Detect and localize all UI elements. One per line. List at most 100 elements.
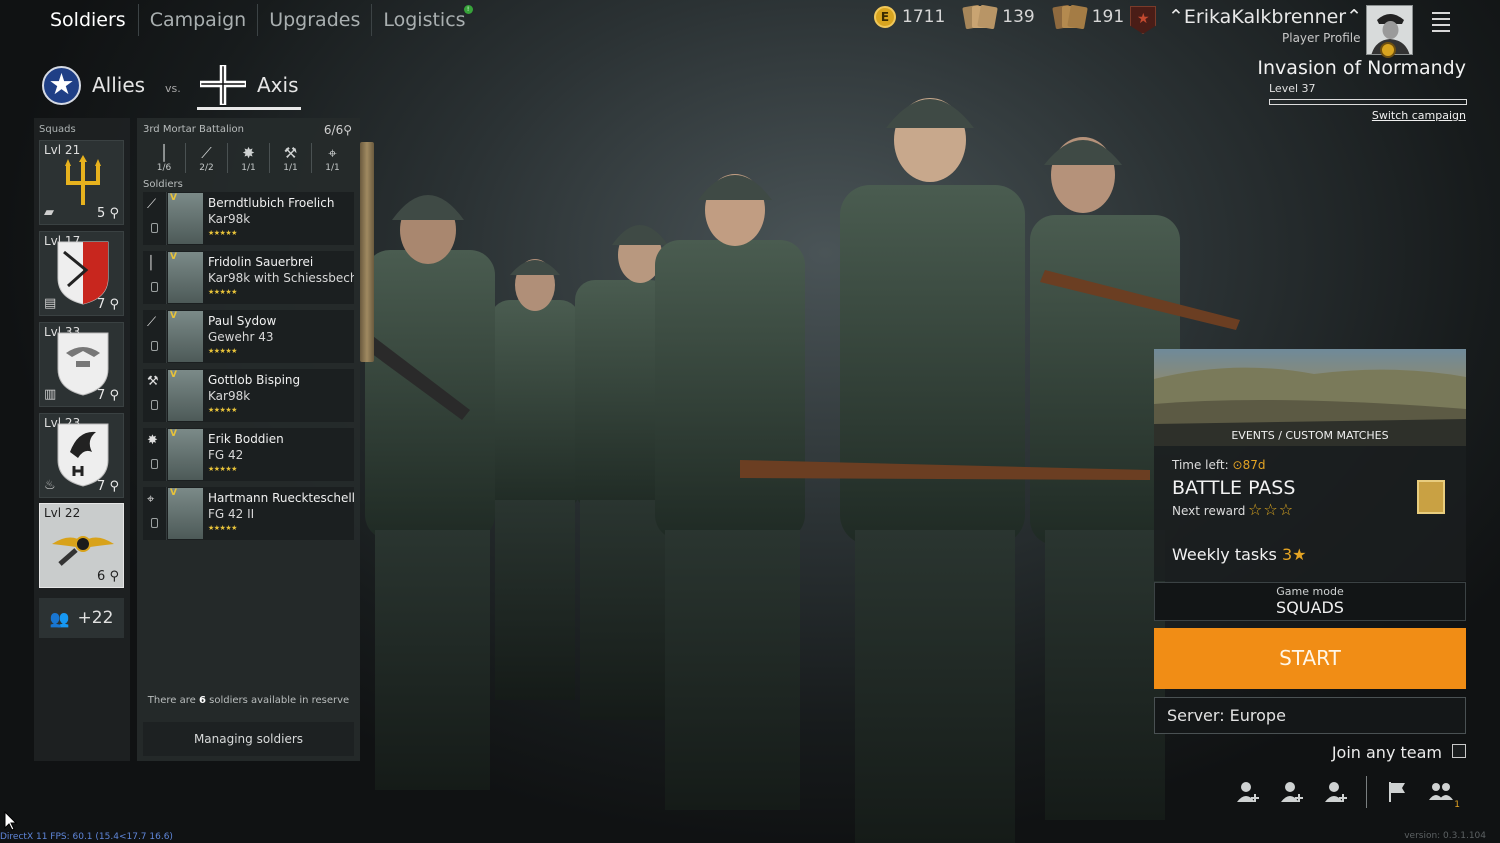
- squad-soldier-count: 7 ⚲: [97, 388, 119, 403]
- lock-icon: [151, 459, 158, 469]
- faction-allies[interactable]: ★ Allies: [42, 62, 145, 108]
- managing-soldiers-button[interactable]: Managing soldiers: [143, 722, 354, 756]
- explosion-icon: ✸: [242, 144, 255, 162]
- notification-badge: !: [463, 5, 473, 14]
- role-slot-sniper[interactable]: ⌖ 1/1: [311, 143, 353, 173]
- soldier-portrait: V: [168, 370, 203, 421]
- soldier-name: Erik Boddien: [208, 432, 284, 446]
- soldier-weapon: FG 42 II: [208, 507, 255, 521]
- orders-b-currency[interactable]: 191: [1051, 4, 1124, 30]
- nav-campaign[interactable]: Campaign: [137, 4, 258, 36]
- events-custom-matches-banner[interactable]: EVENTS / CUSTOM MATCHES: [1154, 349, 1466, 446]
- squad-soldier-count: 7 ⚲: [97, 297, 119, 312]
- rank-chevron-icon: V: [170, 488, 177, 498]
- orders-a-currency[interactable]: 139: [962, 4, 1035, 30]
- soldier-row[interactable]: ✸ V Erik Boddien FG 42 ★★★★★: [143, 428, 354, 481]
- soldier-portrait: V: [168, 429, 203, 480]
- document-icon: ▤: [44, 296, 57, 311]
- nav-soldiers[interactable]: Soldiers: [36, 4, 138, 36]
- soldier-figure: [655, 174, 805, 810]
- battle-pass-panel[interactable]: Time left: ⊙87d BATTLE PASS Next reward …: [1154, 446, 1466, 581]
- ammo-icon: ▥: [44, 387, 57, 402]
- squad-card[interactable]: Lvl 23 ♨ 7 ⚲: [39, 413, 124, 498]
- events-label: EVENTS / CUSTOM MATCHES: [1231, 429, 1389, 442]
- soldier-weapon: FG 42: [208, 448, 244, 462]
- axis-cross-icon: [200, 65, 246, 105]
- flag-icon[interactable]: [1385, 780, 1410, 804]
- hamburger-menu-icon[interactable]: [1432, 12, 1450, 36]
- add-friend-icon[interactable]: [1236, 780, 1261, 804]
- soldier-name: Fridolin Sauerbrei: [208, 255, 314, 269]
- soldier-name: Berndtlubich Froelich: [208, 196, 335, 210]
- role-slot-mortar[interactable]: ⟋ 2/2: [185, 143, 227, 173]
- weekly-tasks[interactable]: Weekly tasks 3★: [1172, 545, 1306, 564]
- crosshair-icon: ⌖: [328, 144, 337, 162]
- nav-logistics[interactable]: Logistics !: [371, 4, 476, 36]
- explosion-icon: ✸: [147, 433, 158, 448]
- squad-soldier-count: 6 ⚲: [97, 569, 119, 584]
- silver-amount: 1711: [902, 7, 946, 27]
- squad-name: 3rd Mortar Battalion: [143, 124, 244, 135]
- role-slots: │ 1/6 ⟋ 2/2 ✸ 1/1 ⚒ 1/1 ⌖ 1/1: [143, 143, 353, 173]
- party-group[interactable]: 1: [1429, 780, 1460, 810]
- soldier-stars: ★★★★★: [208, 406, 237, 414]
- join-any-team-label: Join any team: [1331, 743, 1442, 762]
- add-friend-icon[interactable]: [1280, 780, 1305, 804]
- order-cards-gold-icon: [1051, 4, 1088, 30]
- person-icon: ⚲: [343, 123, 352, 137]
- game-mode-selector[interactable]: Game mode SQUADS: [1154, 582, 1466, 621]
- soldier-row[interactable]: ⟋ V Berndtlubich Froelich Kar98k ★★★★★: [143, 192, 354, 245]
- squad-card[interactable]: Lvl 33 ▥ 7 ⚲: [39, 322, 124, 407]
- soldier-role-column: ⟋: [143, 310, 167, 363]
- server-selector[interactable]: Server: Europe: [1154, 697, 1466, 734]
- soldier-role-column: ✸: [143, 428, 167, 481]
- more-squads-button[interactable]: 👥 +22: [39, 598, 124, 638]
- group-icon: [1429, 783, 1453, 800]
- flame-icon: ♨: [44, 478, 56, 493]
- soldier-role-column: │: [143, 251, 167, 304]
- time-left: Time left: ⊙87d: [1172, 458, 1266, 472]
- soldier-name: Paul Sydow: [208, 314, 277, 328]
- soldier-stars: ★★★★★: [208, 288, 237, 296]
- rank-chevron-icon: V: [170, 429, 177, 439]
- role-slot-assault[interactable]: ✸ 1/1: [227, 143, 269, 173]
- trident-emblem-icon: [65, 155, 101, 205]
- soldier-weapon: Kar98k with Schiessbecher: [208, 271, 354, 285]
- winged-mortar-emblem-icon: [52, 536, 114, 566]
- soldier-row[interactable]: ⟋ V Paul Sydow Gewehr 43 ★★★★★: [143, 310, 354, 363]
- squad-soldiers-panel: 3rd Mortar Battalion 6/6⚲ │ 1/6 ⟋ 2/2 ✸ …: [137, 118, 360, 761]
- nav-logistics-label: Logistics: [383, 9, 466, 31]
- clock-icon: ⊙: [1232, 458, 1243, 472]
- party-count: 1: [1454, 800, 1460, 810]
- reward-card-icon[interactable]: [1417, 480, 1445, 514]
- squad-capacity: 6/6⚲: [323, 123, 352, 137]
- squad-card[interactable]: Lvl 21 ▰ 5 ⚲: [39, 140, 124, 225]
- soldier-row[interactable]: │ V Fridolin Sauerbrei Kar98k with Schie…: [143, 251, 354, 304]
- mouse-cursor-icon: [4, 811, 18, 831]
- role-slot-rifleman[interactable]: │ 1/6: [143, 143, 185, 173]
- axis-label: Axis: [257, 73, 299, 97]
- join-any-team-checkbox[interactable]: [1452, 744, 1466, 758]
- soldiers-label: Soldiers: [143, 179, 183, 190]
- switch-campaign-link[interactable]: Switch campaign: [1372, 109, 1466, 122]
- active-faction-underline: [197, 107, 301, 110]
- panel-scrollbar[interactable]: [360, 142, 374, 362]
- silver-currency[interactable]: E 1711: [874, 6, 945, 28]
- role-slot-engineer[interactable]: ⚒ 1/1: [269, 143, 311, 173]
- faction-axis[interactable]: Axis: [200, 62, 299, 108]
- lock-icon: [151, 400, 158, 410]
- add-friend-icon[interactable]: [1324, 780, 1349, 804]
- role-count: 1/6: [156, 163, 172, 173]
- rank-chevron-icon: V: [170, 370, 177, 380]
- lock-icon: [151, 341, 158, 351]
- nav-upgrades[interactable]: Upgrades: [257, 4, 371, 36]
- soldier-weapon: Gewehr 43: [208, 330, 274, 344]
- soldier-row[interactable]: ⌖ V Hartmann Rueckteschell FG 42 II ★★★★…: [143, 487, 355, 540]
- start-button[interactable]: START: [1154, 628, 1466, 689]
- squad-card[interactable]: Lvl 17 ▤ 7 ⚲: [39, 231, 124, 316]
- rank-chevron-icon: V: [170, 252, 177, 262]
- soldier-portrait: V: [168, 252, 203, 303]
- rank-chevron-icon: V: [170, 193, 177, 203]
- soldier-row[interactable]: ⚒ V Gottlob Bisping Kar98k ★★★★★: [143, 369, 354, 422]
- squad-card-selected[interactable]: Lvl 22 6 ⚲: [39, 503, 124, 588]
